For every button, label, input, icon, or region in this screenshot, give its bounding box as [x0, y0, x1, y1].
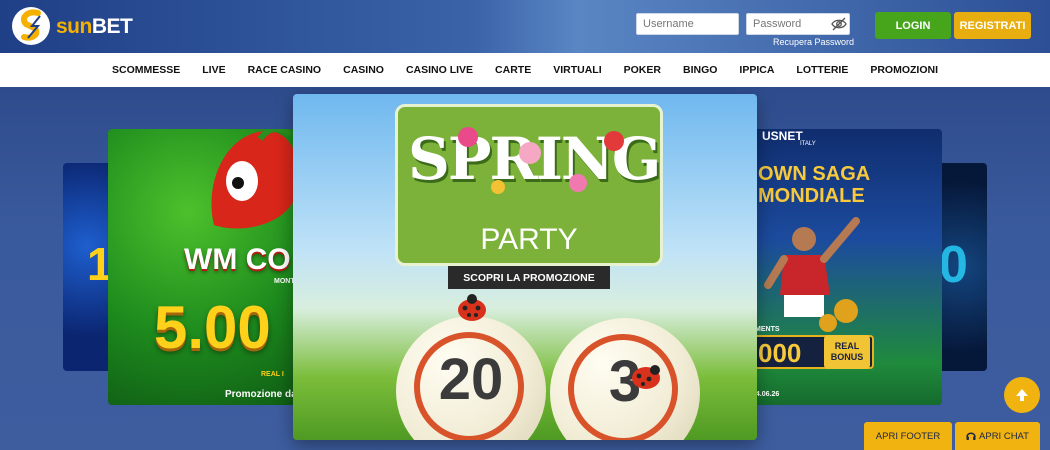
nav-item-ippica[interactable]: IPPICA	[728, 64, 785, 76]
nav-item-race-casino[interactable]: RACE CASINO	[237, 64, 333, 76]
right-promo-title-line2: MONDIALE	[758, 185, 865, 207]
bingo-ball-one-number: 20	[438, 347, 504, 412]
bingo-ball-two-number: 3	[608, 349, 642, 414]
open-chat-button[interactable]: APRI CHAT	[955, 422, 1040, 450]
flowers-icon	[458, 127, 624, 194]
scroll-to-top-button[interactable]	[1004, 377, 1040, 413]
ladybug-icon	[458, 294, 486, 321]
register-button[interactable]: REGISTRATI	[954, 12, 1031, 39]
wm-promo-title: WM CO	[184, 243, 291, 276]
nav-item-carte[interactable]: CARTE	[484, 64, 542, 76]
football-player-icon	[764, 217, 860, 332]
bingo-ball-one: 20	[396, 316, 546, 440]
wm-promo-real-label: REAL I	[261, 371, 284, 378]
real-bonus-badge-line1: REAL	[834, 341, 860, 351]
right-promo-brand-sub: ITALY	[800, 141, 816, 147]
far-right-number: 0	[939, 236, 968, 294]
promo-card-mondiale[interactable]: USNET ITALY OWN SAGA MONDIALE AMENTS 000…	[738, 129, 942, 405]
nav-item-poker[interactable]: POKER	[613, 64, 672, 76]
recover-password-link[interactable]: Recupera Password	[773, 37, 854, 47]
nav-item-scommesse[interactable]: SCOMMESSE	[101, 64, 191, 76]
right-promo-amount: 000	[758, 338, 802, 368]
party-subtitle: PARTY	[480, 223, 578, 256]
brand-name[interactable]: sunBET	[56, 15, 133, 39]
bingo-ball-two: 3	[550, 318, 700, 440]
nav-item-casino[interactable]: CASINO	[332, 64, 395, 76]
sunbet-logo-icon[interactable]	[10, 4, 52, 48]
promo-card-far-right[interactable]: 0	[935, 163, 987, 371]
discover-promo-button[interactable]: SCOPRI LA PROMOZIONE	[448, 266, 610, 289]
headset-icon	[966, 432, 976, 440]
nav-item-live[interactable]: LIVE	[191, 64, 236, 76]
real-bonus-badge-line2: BONUS	[830, 352, 864, 362]
promo-carousel: 1 0 WM CO MONTEP 5.00 REAL I Promozione …	[0, 87, 1050, 450]
nav-item-virtuali[interactable]: VIRTUALI	[542, 64, 612, 76]
brand-name-part1: sun	[56, 15, 92, 38]
ladybug-icon	[632, 365, 660, 389]
nav-item-casino-live[interactable]: CASINO LIVE	[395, 64, 484, 76]
nav-item-bingo[interactable]: BINGO	[672, 64, 728, 76]
right-promo-brand: USNET	[762, 129, 803, 143]
top-header: sunBET Recupera Password LOGIN REGISTRAT…	[0, 0, 1050, 53]
promo-card-spring-party[interactable]: SPRING PARTY SCOPRI LA PROMOZIONE 20 3	[293, 94, 757, 440]
wm-promo-caption: Promozione da	[225, 389, 297, 400]
arrow-up-icon	[1016, 389, 1028, 401]
real-bonus-badge: REAL BONUS	[824, 335, 870, 369]
login-button[interactable]: LOGIN	[875, 12, 951, 39]
username-input[interactable]	[636, 13, 739, 35]
open-footer-button[interactable]: APRI FOOTER	[864, 422, 952, 450]
nav-item-promozioni[interactable]: PROMOZIONI	[859, 64, 949, 76]
chili-mascot-icon	[211, 129, 299, 229]
wm-promo-amount: 5.00	[154, 294, 271, 361]
nav-item-lotterie[interactable]: LOTTERIE	[785, 64, 859, 76]
hide-password-icon[interactable]	[831, 16, 847, 32]
main-nav: SCOMMESSE LIVE RACE CASINO CASINO CASINO…	[0, 53, 1050, 87]
right-promo-title-line1: OWN SAGA	[758, 163, 871, 185]
brand-name-part2: BET	[91, 15, 133, 38]
open-chat-label: APRI CHAT	[979, 430, 1029, 442]
spring-party-board: SPRING PARTY	[395, 104, 663, 266]
promo-card-wm-cowboy[interactable]: WM CO MONTEP 5.00 REAL I Promozione da	[108, 129, 308, 405]
